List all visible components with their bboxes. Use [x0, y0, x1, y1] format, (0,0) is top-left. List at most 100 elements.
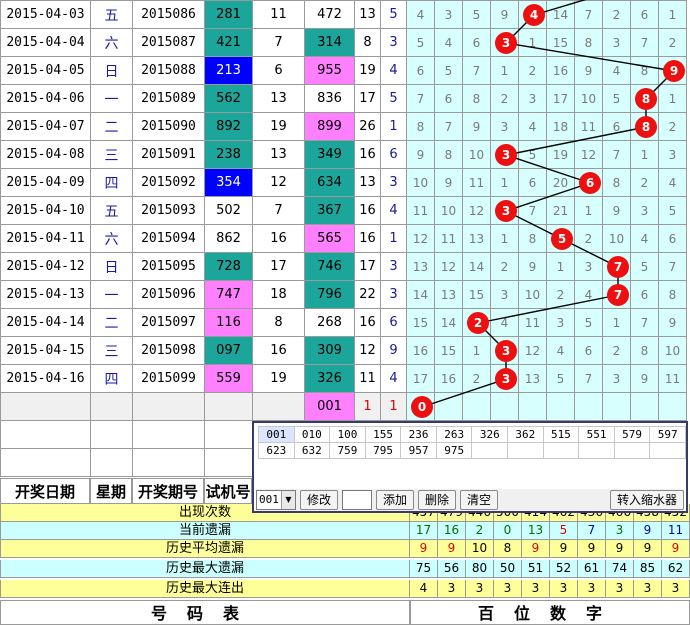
miss-cell: 8: [462, 84, 491, 113]
row-trial-number: 728: [204, 252, 253, 281]
pending-b: 1: [380, 392, 407, 421]
miss-cell: 2: [574, 224, 603, 253]
table-row: 2015-04-05 日 2015088 213 6 955 19 4 6 5 7 1 2 16 9 4 8: [0, 56, 687, 85]
draw-ball: 5: [551, 228, 573, 250]
chevron-down-icon[interactable]: ▼: [281, 491, 295, 509]
number-list-item[interactable]: 155: [365, 427, 402, 443]
number-list-item[interactable]: 579: [614, 427, 651, 443]
row-issue: 2015087: [132, 28, 205, 57]
number-list-item[interactable]: 326: [472, 427, 509, 443]
row-sum: 16: [354, 308, 381, 337]
miss-cell: [602, 392, 631, 421]
delete-button[interactable]: 删除: [418, 490, 457, 510]
miss-cell: [546, 392, 575, 421]
miss-cell: 5: [462, 0, 491, 29]
number-list-item[interactable]: 795: [365, 443, 402, 459]
row-sum: 11: [354, 364, 381, 393]
stat-row: 历史最大遗漏 75 56 80 50 51 52 61 74 85 62: [0, 560, 690, 578]
draw-ball: 3: [495, 144, 517, 166]
add-button[interactable]: 添加: [376, 490, 415, 510]
to-filter-button[interactable]: 转入缩水器: [609, 490, 684, 510]
stat-value: 9: [410, 540, 438, 558]
row-issue: 2015091: [132, 140, 205, 169]
stat-value: 3: [438, 580, 466, 598]
miss-cell: 8: [658, 280, 687, 309]
miss-cell: 3: [434, 0, 463, 29]
stat-value: 9: [550, 540, 578, 558]
stat-value: 61: [578, 560, 606, 578]
number-list-item[interactable]: 515: [543, 427, 580, 443]
number-list-item[interactable]: 632: [294, 443, 331, 459]
header-issue: 开奖期号: [132, 478, 204, 504]
empty-cell: [132, 448, 205, 477]
miss-cell: 16: [546, 56, 575, 85]
table-row: 2015-04-06 一 2015089 562 13 836 17 5 7 6 8 2 3 17 10 5 1: [0, 84, 687, 113]
miss-cell: 11: [658, 364, 687, 393]
miss-cell: 17: [406, 364, 435, 393]
miss-cell: 3: [490, 280, 519, 309]
number-list-item[interactable]: 759: [330, 443, 366, 459]
stat-row: 历史最大连出 4 3 3 3 3 3 3 3 3 3: [0, 580, 690, 598]
miss-cell: 10: [434, 196, 463, 225]
row-trial-number: 559: [204, 364, 253, 393]
number-list-item[interactable]: 975: [436, 443, 473, 459]
row-draw-number: 634: [304, 168, 355, 197]
table-row: 2015-04-08 三 2015091 238 13 349 16 6 9 8 10 5 19 12 7 1…: [0, 140, 687, 169]
row-date: 2015-04-16: [0, 364, 91, 393]
stat-value: 3: [466, 580, 494, 598]
miss-cell: 10: [518, 280, 547, 309]
miss-cell: 4: [658, 168, 687, 197]
row-trial-number: 502: [204, 196, 253, 225]
row-draw-number: 836: [304, 84, 355, 113]
miss-cell: [434, 392, 463, 421]
miss-cell: 14: [462, 252, 491, 281]
row-date: 2015-04-06: [0, 84, 91, 113]
stat-value: 75: [410, 560, 438, 578]
miss-cell: 8: [406, 112, 435, 141]
miss-cell: 4: [434, 28, 463, 57]
clear-button[interactable]: 清空: [460, 490, 499, 510]
table-row: 2015-04-07 二 2015090 892 19 899 26 1 8 7 9 3 4 18 11 6 2: [0, 112, 687, 141]
empty-cell: [90, 420, 133, 449]
stat-label: 历史平均遗漏: [0, 540, 410, 558]
number-list-item[interactable]: 551: [579, 427, 615, 443]
miss-cell: 5: [574, 308, 603, 337]
table-row: 2015-04-04 六 2015087 421 7 314 8 3 5 4 6 1 15 8 3 7 2: [0, 28, 687, 57]
miss-cell: 10: [406, 168, 435, 197]
modify-button[interactable]: 修改: [300, 490, 339, 510]
miss-cell: 9: [518, 252, 547, 281]
miss-cell: 10: [574, 84, 603, 113]
miss-cell: 18: [546, 112, 575, 141]
draw-ball: 4: [523, 4, 545, 26]
number-list-item[interactable]: 623: [259, 443, 295, 459]
number-select[interactable]: 001 ▼: [256, 490, 296, 510]
row-trial-sum: 17: [252, 252, 305, 281]
number-list-item[interactable]: 597: [650, 427, 686, 443]
row-span: 9: [380, 336, 407, 365]
row-week: 二: [90, 112, 133, 141]
stat-value: 8: [494, 540, 522, 558]
number-list-item[interactable]: 100: [330, 427, 366, 443]
number-input[interactable]: [342, 490, 373, 510]
row-week: 一: [90, 84, 133, 113]
number-list-item[interactable]: 236: [401, 427, 437, 443]
row-trial-number: 281: [204, 0, 253, 29]
miss-cell: 6: [630, 280, 659, 309]
number-list-item[interactable]: 263: [436, 427, 473, 443]
miss-cell: 12: [574, 140, 603, 169]
miss-cell: 7: [574, 364, 603, 393]
number-list-item[interactable]: 362: [508, 427, 544, 443]
stat-value: 10: [466, 540, 494, 558]
stat-value: 0: [494, 522, 522, 540]
row-date: 2015-04-09: [0, 168, 91, 197]
number-list-item[interactable]: 010: [294, 427, 331, 443]
stat-value: 3: [606, 580, 634, 598]
stat-value: 9: [606, 540, 634, 558]
miss-cell: 7: [434, 112, 463, 141]
number-list-item[interactable]: 001: [259, 427, 295, 443]
empty-cell: [204, 392, 253, 421]
number-list-item[interactable]: 957: [401, 443, 437, 459]
row-issue: 2015088: [132, 56, 205, 85]
miss-cell: 2: [602, 336, 631, 365]
stat-value: 85: [634, 560, 662, 578]
